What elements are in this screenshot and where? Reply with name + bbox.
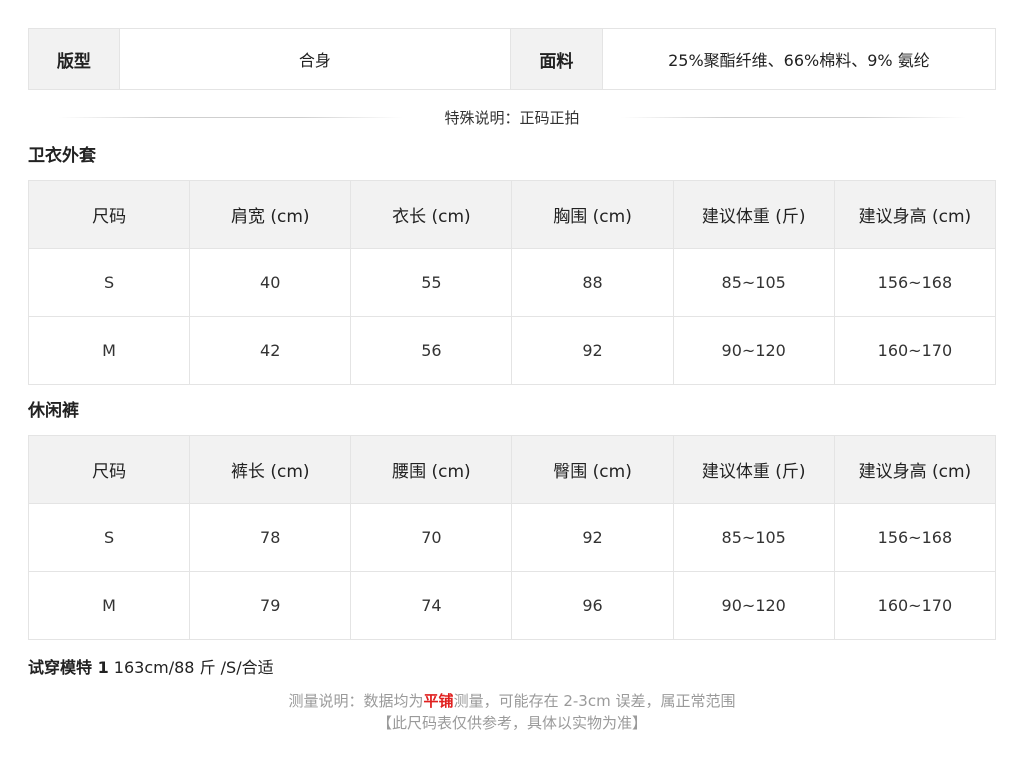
table-row: S 78 70 92 85~105 156~168 — [27, 503, 997, 572]
fit-value: 合身 — [120, 29, 511, 89]
model-info: 试穿模特 1 163cm/88 斤 /S/合适 — [28, 654, 996, 682]
table-cell: S — [27, 503, 191, 572]
table-header-cell: 肩宽 (cm) — [189, 180, 352, 249]
table-cell: 40 — [189, 248, 352, 317]
notes-suffix: 测量，可能存在 2-3cm 误差，属正常范围 — [453, 692, 736, 710]
table-cell: 74 — [350, 571, 513, 640]
table-header-row: 尺码 裤长 (cm) 腰围 (cm) 臀围 (cm) 建议体重 (斤) 建议身高… — [27, 435, 997, 504]
table-cell: 92 — [511, 503, 674, 572]
table-header-cell: 衣长 (cm) — [350, 180, 513, 249]
table-cell: 79 — [189, 571, 352, 640]
table-header-cell: 裤长 (cm) — [189, 435, 352, 504]
table-cell: 160~170 — [833, 571, 997, 640]
table-header-cell: 建议身高 (cm) — [833, 180, 997, 249]
model-label: 试穿模特 1 — [28, 658, 109, 677]
table-header-cell: 臀围 (cm) — [511, 435, 674, 504]
table-header-cell: 尺码 — [27, 435, 191, 504]
hoodie-size-table: 尺码 肩宽 (cm) 衣长 (cm) 胸围 (cm) 建议体重 (斤) 建议身高… — [27, 180, 997, 385]
table-row: M 79 74 96 90~120 160~170 — [27, 571, 997, 640]
fabric-label: 面料 — [511, 29, 603, 89]
table-header-cell: 建议身高 (cm) — [833, 435, 997, 504]
table-row: S 40 55 88 85~105 156~168 — [27, 248, 997, 317]
measurement-notes: 测量说明：数据均为平铺测量，可能存在 2-3cm 误差，属正常范围 【此尺码表仅… — [28, 690, 996, 734]
table-header-cell: 腰围 (cm) — [350, 435, 513, 504]
divider-left — [58, 117, 403, 118]
fabric-value: 25%聚酯纤维、66%棉料、9% 氨纶 — [668, 51, 930, 70]
size-chart: 版型 合身 面料 25%聚酯纤维、66%棉料、9% 氨纶 特殊说明：正码正拍 卫… — [27, 28, 997, 734]
table-cell: S — [27, 248, 191, 317]
divider-right — [621, 117, 966, 118]
table-header-cell: 尺码 — [27, 180, 191, 249]
special-note: 特殊说明：正码正拍 — [28, 90, 996, 144]
table-cell: 85~105 — [672, 248, 835, 317]
table-header-row: 尺码 肩宽 (cm) 衣长 (cm) 胸围 (cm) 建议体重 (斤) 建议身高… — [27, 180, 997, 249]
table-cell: 88 — [511, 248, 674, 317]
table-cell: 156~168 — [833, 503, 997, 572]
table-cell: 90~120 — [672, 571, 835, 640]
table-cell: M — [27, 316, 191, 385]
table-header-cell: 建议体重 (斤) — [672, 435, 835, 504]
special-note-text: 特殊说明：正码正拍 — [432, 106, 592, 128]
table-cell: M — [27, 571, 191, 640]
notes-line-1: 测量说明：数据均为平铺测量，可能存在 2-3cm 误差，属正常范围 — [28, 690, 996, 712]
fit-fabric-table: 版型 合身 面料 25%聚酯纤维、66%棉料、9% 氨纶 — [28, 28, 996, 90]
table-cell: 78 — [189, 503, 352, 572]
table-cell: 90~120 — [672, 316, 835, 385]
notes-line-2: 【此尺码表仅供参考，具体以实物为准】 — [376, 714, 647, 732]
fit-label: 版型 — [29, 29, 120, 89]
table-cell: 55 — [350, 248, 513, 317]
pants-size-table: 尺码 裤长 (cm) 腰围 (cm) 臀围 (cm) 建议体重 (斤) 建议身高… — [27, 435, 997, 640]
notes-prefix: 测量说明：数据均为 — [288, 692, 424, 710]
table-cell: 56 — [350, 316, 513, 385]
model-value: 163cm/88 斤 /S/合适 — [108, 658, 274, 677]
notes-highlight: 平铺 — [423, 692, 454, 710]
pants-section-title: 休闲裤 — [28, 401, 79, 421]
hoodie-section-title: 卫衣外套 — [28, 146, 96, 166]
table-row: M 42 56 92 90~120 160~170 — [27, 316, 997, 385]
table-cell: 70 — [350, 503, 513, 572]
table-cell: 42 — [189, 316, 352, 385]
table-header-cell: 建议体重 (斤) — [672, 180, 835, 249]
table-cell: 160~170 — [833, 316, 997, 385]
table-cell: 92 — [511, 316, 674, 385]
table-cell: 85~105 — [672, 503, 835, 572]
table-cell: 96 — [511, 571, 674, 640]
table-cell: 156~168 — [833, 248, 997, 317]
table-header-cell: 胸围 (cm) — [511, 180, 674, 249]
